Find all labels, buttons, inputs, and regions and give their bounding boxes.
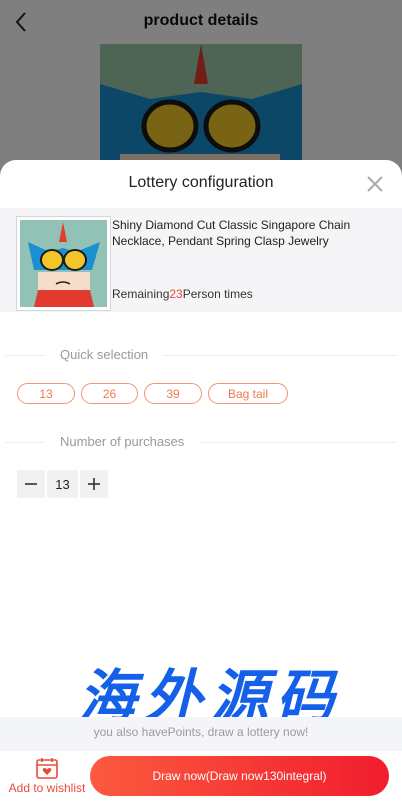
decrement-button[interactable] <box>17 470 45 498</box>
purchases-header: Number of purchases <box>0 432 402 452</box>
quick-selection-options: 13 26 39 Bag tail <box>17 383 288 405</box>
calendar-heart-icon <box>36 758 58 779</box>
quick-option-26[interactable]: 26 <box>81 383 138 404</box>
bottom-action-bar: Add to wishlist Draw now(Draw now130inte… <box>0 751 402 802</box>
sheet-header: Lottery configuration <box>0 160 402 208</box>
divider <box>163 355 397 356</box>
quick-option-13[interactable]: 13 <box>17 383 75 404</box>
remaining-number: 23 <box>169 287 183 301</box>
purchases-label: Number of purchases <box>60 434 185 449</box>
product-name: Shiny Diamond Cut Classic Singapore Chai… <box>112 218 351 248</box>
close-icon <box>367 176 383 192</box>
divider <box>200 442 397 443</box>
quick-selection-header: Quick selection <box>0 345 402 365</box>
close-button[interactable] <box>366 175 384 193</box>
points-hint: you also havePoints, draw a lottery now! <box>0 717 402 751</box>
divider <box>5 355 45 356</box>
quantity-input[interactable]: 13 <box>47 470 78 498</box>
quick-selection-label: Quick selection <box>60 347 149 362</box>
draw-now-button[interactable]: Draw now(Draw now130integral) <box>90 756 389 796</box>
sheet-title: Lottery configuration <box>128 174 274 191</box>
quick-option-bag-tail[interactable]: Bag tail <box>208 383 288 404</box>
remaining-suffix: Person times <box>182 287 253 301</box>
add-to-wishlist-button[interactable]: Add to wishlist <box>6 757 88 797</box>
increment-button[interactable] <box>80 470 108 498</box>
lottery-sheet: Lottery configuration Shiny Diamond Cut … <box>0 160 402 802</box>
divider <box>5 442 45 443</box>
minus-icon <box>25 483 37 485</box>
quantity-stepper: 13 <box>17 470 108 498</box>
quick-option-39[interactable]: 39 <box>144 383 202 404</box>
remaining-count: Remaining23Person times <box>112 287 253 301</box>
remaining-prefix: Remaining <box>112 287 170 301</box>
product-thumbnail <box>16 216 111 311</box>
plus-icon <box>88 478 100 490</box>
wishlist-label: Add to wishlist <box>8 781 86 795</box>
